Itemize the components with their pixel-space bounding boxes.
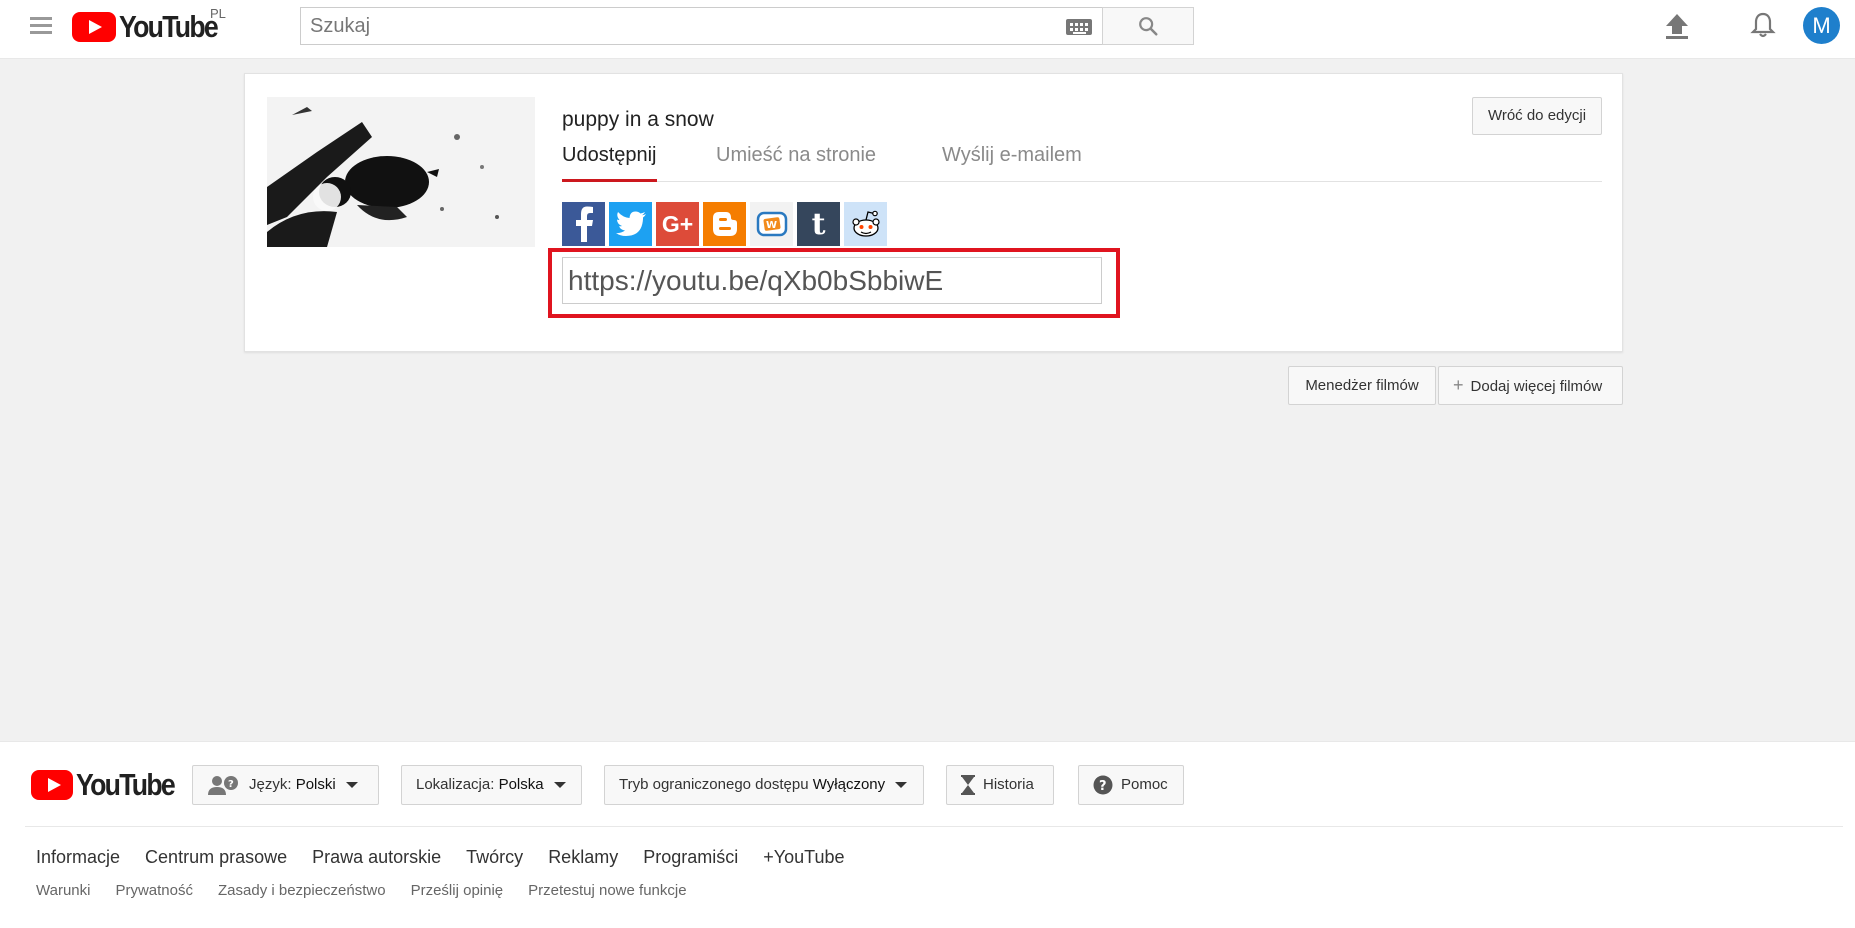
- keyboard-icon[interactable]: [1066, 19, 1092, 35]
- restricted-mode-value: Wyłączony: [812, 776, 886, 793]
- share-tabs: Udostępnij Umieść na stronie Wyślij e-ma…: [562, 144, 1602, 182]
- history-label: Historia: [983, 776, 1034, 793]
- footer-link-feedback[interactable]: Prześlij opinię: [411, 882, 504, 899]
- add-more-videos-button[interactable]: + Dodaj więcej filmów: [1438, 366, 1623, 405]
- svg-text:W: W: [766, 220, 777, 231]
- footer-logo-text: YouTube: [76, 767, 176, 802]
- tab-embed[interactable]: Umieść na stronie: [716, 144, 876, 182]
- location-value: Polska: [498, 776, 544, 793]
- blogger-icon[interactable]: [703, 202, 746, 246]
- social-share-buttons: G+ W t: [562, 202, 887, 246]
- footer: YouTube ? Język: Polski Lokalizacja: Pol…: [0, 741, 1855, 928]
- footer-secondary-links: Warunki Prywatność Zasady i bezpieczeńst…: [36, 882, 712, 899]
- footer-link-advertise[interactable]: Reklamy: [548, 847, 618, 868]
- share-url-field[interactable]: [562, 257, 1102, 304]
- restricted-mode-button[interactable]: Tryb ograniczonego dostępu Wyłączony: [604, 765, 924, 805]
- footer-link-terms[interactable]: Warunki: [36, 882, 90, 899]
- masthead: YouTube PL M: [0, 0, 1855, 59]
- location-picker-button[interactable]: Lokalizacja: Polska: [401, 765, 582, 805]
- footer-youtube-logo[interactable]: YouTube: [31, 767, 190, 803]
- upload-icon[interactable]: [1664, 12, 1690, 40]
- help-label: Pomoc: [1121, 776, 1168, 793]
- logo-text: YouTube: [119, 9, 219, 44]
- chevron-down-icon: [345, 782, 358, 789]
- play-logo-icon: [31, 770, 73, 800]
- footer-link-copyright[interactable]: Prawa autorskie: [312, 847, 441, 868]
- restricted-mode-label: Tryb ograniczonego dostępu: [619, 776, 809, 793]
- facebook-icon[interactable]: [562, 202, 605, 246]
- menu-icon[interactable]: [30, 17, 52, 35]
- footer-link-creators[interactable]: Twórcy: [466, 847, 523, 868]
- video-thumbnail[interactable]: [267, 97, 535, 247]
- footer-link-privacy[interactable]: Prywatność: [115, 882, 193, 899]
- reddit-icon[interactable]: [844, 202, 887, 246]
- footer-link-press[interactable]: Centrum prasowe: [145, 847, 287, 868]
- back-to-edit-button[interactable]: Wróć do edycji: [1472, 97, 1602, 135]
- footer-link-test-features[interactable]: Przetestuj nowe funkcje: [528, 882, 686, 899]
- svg-text:?: ?: [228, 779, 234, 790]
- avatar[interactable]: M: [1803, 7, 1840, 44]
- share-card: puppy in a snow Wróć do edycji Udostępni…: [244, 73, 1623, 352]
- youtube-logo[interactable]: YouTube: [72, 9, 233, 44]
- play-logo-icon: [72, 12, 116, 42]
- add-more-videos-label: Dodaj więcej filmów: [1470, 378, 1603, 395]
- language-people-icon: ?: [208, 776, 238, 796]
- tumblr-icon[interactable]: t: [797, 202, 840, 246]
- svg-text:?: ?: [1099, 779, 1107, 794]
- language-label: Język:: [249, 776, 292, 793]
- google-plus-icon[interactable]: G+: [656, 202, 699, 246]
- chevron-down-icon: [553, 782, 566, 789]
- region-code: PL: [210, 6, 226, 21]
- footer-link-policy-safety[interactable]: Zasady i bezpieczeństwo: [218, 882, 386, 899]
- plus-icon: +: [1453, 375, 1464, 395]
- video-manager-button[interactable]: Menedżer filmów: [1288, 366, 1436, 405]
- language-value: Polski: [295, 776, 336, 793]
- footer-link-about[interactable]: Informacje: [36, 847, 120, 868]
- footer-link-developers[interactable]: Programiści: [643, 847, 738, 868]
- tab-share[interactable]: Udostępnij: [562, 144, 657, 182]
- video-title: puppy in a snow: [562, 108, 714, 131]
- hourglass-icon: [961, 775, 975, 796]
- search-box: [300, 7, 1103, 45]
- language-picker-button[interactable]: ? Język: Polski: [192, 765, 379, 805]
- vkontakte-icon[interactable]: W: [750, 202, 793, 246]
- footer-divider: [25, 826, 1843, 827]
- search-icon: [1139, 17, 1158, 36]
- tab-email[interactable]: Wyślij e-mailem: [942, 144, 1082, 182]
- chevron-down-icon: [895, 782, 908, 789]
- footer-primary-links: Informacje Centrum prasowe Prawa autorsk…: [36, 847, 869, 868]
- search-input[interactable]: [301, 8, 1061, 44]
- twitter-icon[interactable]: [609, 202, 652, 246]
- location-label: Lokalizacja:: [416, 776, 495, 793]
- history-button[interactable]: Historia: [946, 765, 1054, 805]
- help-icon: ?: [1093, 775, 1113, 795]
- footer-link-plus-youtube[interactable]: +YouTube: [763, 847, 844, 868]
- help-button[interactable]: ? Pomoc: [1078, 765, 1184, 805]
- search-button[interactable]: [1102, 7, 1194, 45]
- notifications-bell-icon[interactable]: [1748, 10, 1778, 40]
